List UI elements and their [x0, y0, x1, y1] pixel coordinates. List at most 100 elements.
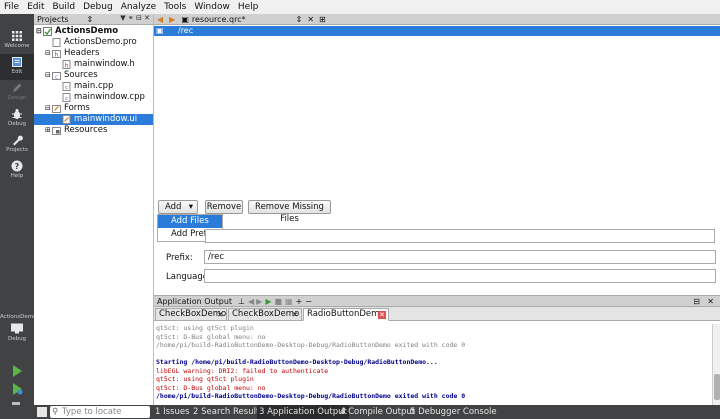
close-tab-icon[interactable]: ✕ — [216, 311, 224, 319]
menu-item-add-files[interactable]: Add Files — [158, 215, 222, 228]
collapse-icon[interactable]: ⊟ — [45, 70, 52, 81]
close-file-icon[interactable]: ✕ — [307, 15, 314, 24]
tree-item-sources[interactable]: ⊟ c Sources — [45, 70, 98, 81]
projects-pane-title[interactable]: Projects — [37, 15, 69, 24]
scrollbar-thumb[interactable] — [714, 374, 720, 400]
mode-welcome[interactable]: Welcome — [0, 28, 34, 54]
dropdown-arrow-icon[interactable]: ⇕ — [87, 15, 94, 24]
forward-arrow-icon[interactable]: ▶ — [166, 15, 178, 24]
remove-missing-files-button[interactable]: Remove Missing Files — [248, 200, 331, 224]
locator-input[interactable]: ⚲ Type to locate (Ctrl... — [50, 406, 150, 418]
collapse-icon[interactable]: ⊟ — [36, 26, 43, 37]
menu-build[interactable]: Build — [49, 2, 80, 12]
locator-placeholder: Type to locate (Ctrl... — [62, 407, 122, 417]
mode-design[interactable]: Design — [0, 80, 34, 106]
editor-tab-title[interactable]: resource.qrc* — [192, 15, 246, 24]
output-tab-checkboxdemo-2[interactable]: CheckBoxDemo ✕ — [228, 308, 302, 321]
tree-item-forms[interactable]: ⊟ Forms — [45, 103, 90, 114]
expand-icon[interactable]: ⊞ — [45, 125, 52, 136]
output-scrollbar[interactable] — [712, 324, 720, 406]
kit-selector[interactable]: ActionsDemo Debug — [0, 314, 37, 342]
menu-tools[interactable]: Tools — [160, 2, 190, 12]
zoom-out-icon[interactable]: − — [305, 297, 312, 306]
remove-button[interactable]: Remove — [205, 200, 243, 214]
menu-analyze[interactable]: Analyze — [117, 2, 160, 12]
tree-item-resources[interactable]: ⊞ Resources — [45, 125, 107, 136]
attach-icon[interactable]: ⊥ — [238, 297, 245, 306]
prev-icon[interactable]: ◀ — [248, 297, 254, 306]
qt-creator-window: File Edit Build Debug Analyze Tools Wind… — [0, 0, 720, 419]
collapse-icon[interactable]: ⊟ — [45, 103, 52, 114]
prefix-tree-item[interactable]: ▣ /rec — [154, 26, 720, 36]
split-icon[interactable]: ⊟ — [693, 297, 700, 306]
close-pane-icon[interactable]: ✕ — [707, 297, 714, 306]
menu-edit[interactable]: Edit — [23, 2, 48, 12]
output-line: qt5ct: D-Bus global menu: no — [156, 332, 266, 341]
pane-button-issues[interactable]: 1 Issues — [155, 405, 190, 419]
mode-debug[interactable]: Debug — [0, 106, 34, 132]
link-icon[interactable]: ⚭ — [128, 14, 134, 22]
tree-item-main-cpp[interactable]: c main.cpp — [62, 81, 113, 92]
next-icon[interactable]: ▶ — [256, 297, 262, 306]
split-icon[interactable]: ⊟ — [136, 14, 142, 22]
output-tab-checkboxdemo-1[interactable]: CheckBoxDemo ✕ — [155, 308, 227, 321]
clear-icon[interactable]: ▦ — [285, 297, 293, 306]
close-tab-icon[interactable]: ✕ — [291, 311, 299, 319]
tree-item-label: ActionsDemo — [55, 26, 119, 36]
pane-controls: ▼ ⚭ ⊟ ✕ — [120, 14, 150, 22]
debug-run-button[interactable] — [9, 382, 25, 396]
toggle-sidebar-icon[interactable] — [37, 407, 47, 417]
project-icon — [43, 27, 52, 36]
tree-item-mainwindow-ui[interactable]: mainwindow.ui — [34, 114, 153, 125]
output-tab-radiobuttondemo[interactable]: RadioButtonDemo ✕ — [303, 308, 389, 321]
mode-help[interactable]: ? Help — [0, 158, 34, 184]
pencil-icon — [11, 82, 23, 94]
tree-item-mainwindow-cpp[interactable]: c mainwindow.cpp — [62, 92, 145, 103]
tree-item-pro-file[interactable]: ActionsDemo.pro — [52, 37, 137, 48]
mode-edit-label: Edit — [11, 69, 23, 75]
status-bar: ⚲ Type to locate (Ctrl... 1 Issues 2 Sea… — [0, 405, 720, 419]
menu-debug[interactable]: Debug — [79, 2, 117, 12]
language-field[interactable] — [204, 269, 716, 283]
output-log: qt5ct: using qt5ct plugin qt5ct: D-Bus gl… — [156, 324, 706, 401]
filter-icon[interactable]: ▼ — [120, 14, 125, 22]
zoom-in-icon[interactable]: + — [296, 297, 303, 306]
split-icon[interactable]: ⊞ — [319, 15, 326, 24]
collapse-icon[interactable]: ⊟ — [45, 48, 52, 59]
close-icon[interactable]: ✕ — [144, 14, 150, 22]
header-file-icon: h — [62, 60, 71, 70]
add-button[interactable]: Add ▾ — [158, 200, 198, 214]
menu-help[interactable]: Help — [234, 2, 263, 12]
pane-button-search-results[interactable]: 2 Search Results — [193, 405, 264, 419]
kit-project-name: ActionsDemo — [0, 314, 37, 320]
mode-edit[interactable]: Edit — [0, 54, 34, 80]
output-line: /home/pi/build-RadioButtonDemo-Desktop-D… — [156, 392, 466, 400]
pane-button-compile-output[interactable]: 4 Compile Output — [340, 405, 415, 419]
folder-icon: c — [52, 71, 61, 81]
menu-bar: File Edit Build Debug Analyze Tools Wind… — [0, 0, 720, 14]
run-button[interactable] — [9, 364, 25, 378]
pane-button-application-output[interactable]: 3 Application Output — [257, 405, 349, 419]
close-tab-icon[interactable]: ✕ — [378, 311, 386, 319]
prefix-field[interactable]: /rec — [204, 250, 716, 264]
menu-file[interactable]: File — [0, 2, 23, 12]
add-button-label: Add — [165, 202, 182, 212]
tree-item-label: main.cpp — [74, 81, 114, 91]
dropdown-arrow-icon[interactable]: ⇕ — [296, 15, 303, 24]
rerun-icon[interactable]: ▶ — [265, 297, 271, 306]
mode-projects[interactable]: Projects — [0, 132, 34, 158]
tree-item-mainwindow-h[interactable]: h mainwindow.h — [62, 59, 135, 70]
tree-item-headers[interactable]: ⊟ h Headers — [45, 48, 99, 59]
pane-button-debugger-console[interactable]: 5 Debugger Console — [410, 405, 497, 419]
stop-icon[interactable]: ■ — [274, 297, 282, 306]
tree-item-project[interactable]: ⊟ ActionsDemo — [36, 26, 118, 37]
alias-field[interactable] — [205, 229, 715, 243]
source-file-icon: c — [62, 93, 71, 102]
mode-welcome-label: Welcome — [4, 43, 30, 49]
back-arrow-icon[interactable]: ◀ — [154, 15, 166, 24]
tree-item-label: mainwindow.cpp — [74, 92, 145, 102]
menu-window[interactable]: Window — [190, 2, 234, 12]
remove-button-label: Remove — [206, 202, 242, 212]
form-file-icon — [62, 115, 71, 124]
